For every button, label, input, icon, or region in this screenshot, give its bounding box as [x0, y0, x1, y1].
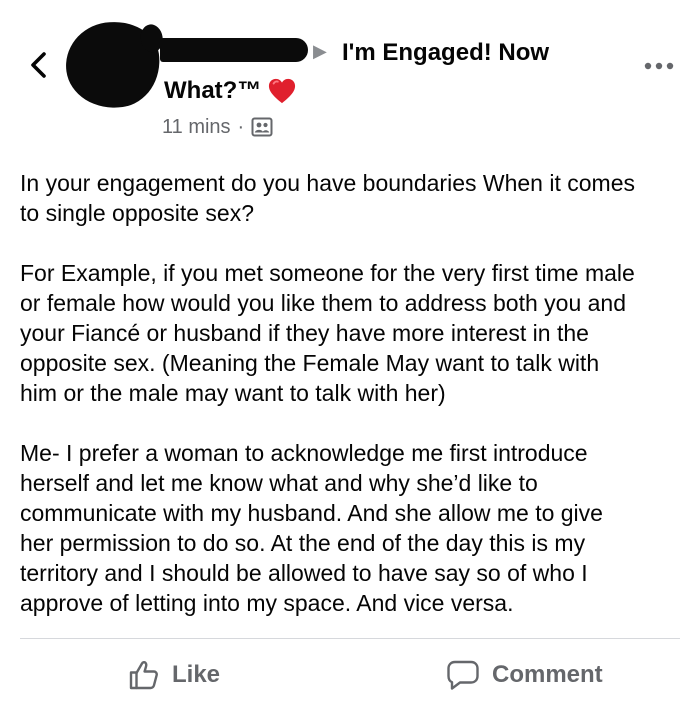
like-button[interactable]: Like	[128, 655, 220, 695]
post-paragraph-1: In your engagement do you have boundarie…	[20, 170, 635, 226]
comment-button[interactable]: Comment	[446, 655, 603, 695]
post-time[interactable]: 11 mins	[162, 114, 231, 140]
chevron-left-icon	[31, 52, 46, 78]
thumbs-up-icon	[129, 661, 158, 690]
more-options-button[interactable]	[642, 58, 676, 74]
more-horizontal-icon	[644, 62, 674, 70]
comment-label: Comment	[492, 661, 603, 688]
back-button[interactable]	[26, 50, 52, 80]
comment-bubble-icon	[447, 660, 479, 690]
red-heart-icon	[269, 78, 296, 104]
divider	[20, 638, 680, 639]
post-paragraph-3: Me- I prefer a woman to acknowledge me f…	[20, 440, 603, 616]
meta-separator: ·	[237, 116, 245, 138]
like-label: Like	[172, 661, 221, 688]
avatar[interactable]	[60, 15, 166, 115]
author-name-redacted[interactable]	[160, 38, 308, 62]
group-name-line2: What?™	[164, 77, 262, 104]
post-body: In your engagement do you have boundarie…	[20, 168, 688, 648]
post-paragraph-2: For Example, if you met someone for the …	[20, 260, 635, 406]
group-name-continued[interactable]: What?™	[164, 76, 297, 106]
post-meta: 11 mins ·	[162, 114, 273, 140]
group-arrow-icon: ▶	[313, 41, 327, 61]
members-icon[interactable]	[251, 117, 273, 137]
group-name[interactable]: I'm Engaged! Now	[342, 38, 549, 68]
